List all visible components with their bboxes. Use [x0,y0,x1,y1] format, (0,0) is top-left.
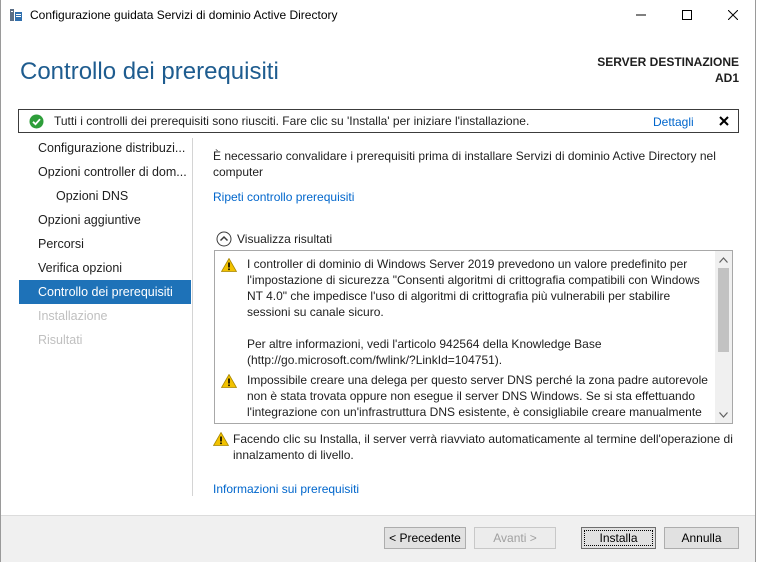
close-window-button[interactable] [710,0,756,30]
scroll-thumb[interactable] [718,268,729,352]
nav-item-installazione: Installazione [38,309,108,323]
minimize-button[interactable] [618,0,664,30]
maximize-button[interactable] [664,0,710,30]
intro-text: È necessario convalidare i prerequisiti … [213,149,716,179]
nav-divider [192,138,193,496]
previous-button[interactable]: < Precedente [384,527,466,549]
maximize-icon [682,10,692,20]
reboot-warning-text: Facendo clic su Installa, il server verr… [233,432,733,462]
chevron-down-icon [719,411,728,418]
destination-server-label: SERVER DESTINAZIONE [597,55,739,69]
warning-icon [220,373,238,388]
chevron-up-icon [216,231,232,247]
wizard-step-nav: Configurazione distribuzi... Opzioni con… [19,136,191,496]
result-text: Per altre informazioni, vedi l'articolo … [247,337,602,367]
nav-item-percorsi[interactable]: Percorsi [19,232,191,256]
wizard-footer: < Precedente Avanti > Installa Annulla [1,516,755,562]
chevron-up-icon [719,256,728,263]
install-button[interactable]: Installa [581,527,656,549]
dismiss-notice-button[interactable] [717,114,731,128]
view-results-toggle[interactable]: Visualizza risultati [216,231,332,247]
results-viewport: I controller di dominio di Windows Serve… [215,251,715,423]
close-icon [719,116,729,126]
recheck-prerequisites-link[interactable]: Ripeti controllo prerequisiti [213,190,354,204]
scroll-up-button[interactable] [715,251,732,268]
next-button: Avanti > [474,527,556,549]
view-results-label: Visualizza risultati [237,232,333,246]
wizard-window: Configurazione guidata Servizi di domini… [0,0,756,562]
nav-item-opzioni-controller[interactable]: Opzioni controller di dom... [19,160,191,184]
nav-item-risultati: Risultati [38,333,83,347]
warning-icon [220,257,238,272]
nav-item-configurazione-distribuzione[interactable]: Configurazione distribuzi... [19,136,191,160]
nav-item-controllo-prerequisiti[interactable]: Controllo dei prerequisiti [19,280,191,304]
server-manager-icon [9,8,23,22]
page-title: Controllo dei prerequisiti [20,58,279,85]
nav-item-opzioni-dns[interactable]: Opzioni DNS [19,184,191,208]
warning-icon [212,431,230,446]
cancel-button[interactable]: Annulla [664,527,739,549]
window-title: Configurazione guidata Servizi di domini… [30,8,338,22]
scroll-down-button[interactable] [715,406,732,423]
prerequisites-info-link[interactable]: Informazioni sui prerequisiti [213,482,359,496]
destination-server-name: AD1 [714,71,739,85]
details-link[interactable]: Dettagli [653,115,694,129]
result-text: I controller di dominio di Windows Serve… [247,257,700,319]
close-icon [728,10,738,20]
wizard-header: Controllo dei prerequisiti SERVER DESTIN… [1,30,755,108]
status-notice-text: Tutti i controlli dei prerequisiti sono … [54,114,530,128]
title-bar[interactable]: Configurazione guidata Servizi di domini… [1,0,755,30]
success-check-icon [29,114,44,129]
nav-item-verifica-opzioni[interactable]: Verifica opzioni [19,256,191,280]
nav-item-opzioni-aggiuntive[interactable]: Opzioni aggiuntive [19,208,191,232]
status-notice-bar: Tutti i controlli dei prerequisiti sono … [18,109,739,133]
results-scrollbar[interactable] [715,251,732,423]
results-list[interactable]: I controller di dominio di Windows Serve… [214,250,733,424]
minimize-icon [636,14,646,16]
result-text: Impossibile creare una delega per questo… [247,373,708,423]
